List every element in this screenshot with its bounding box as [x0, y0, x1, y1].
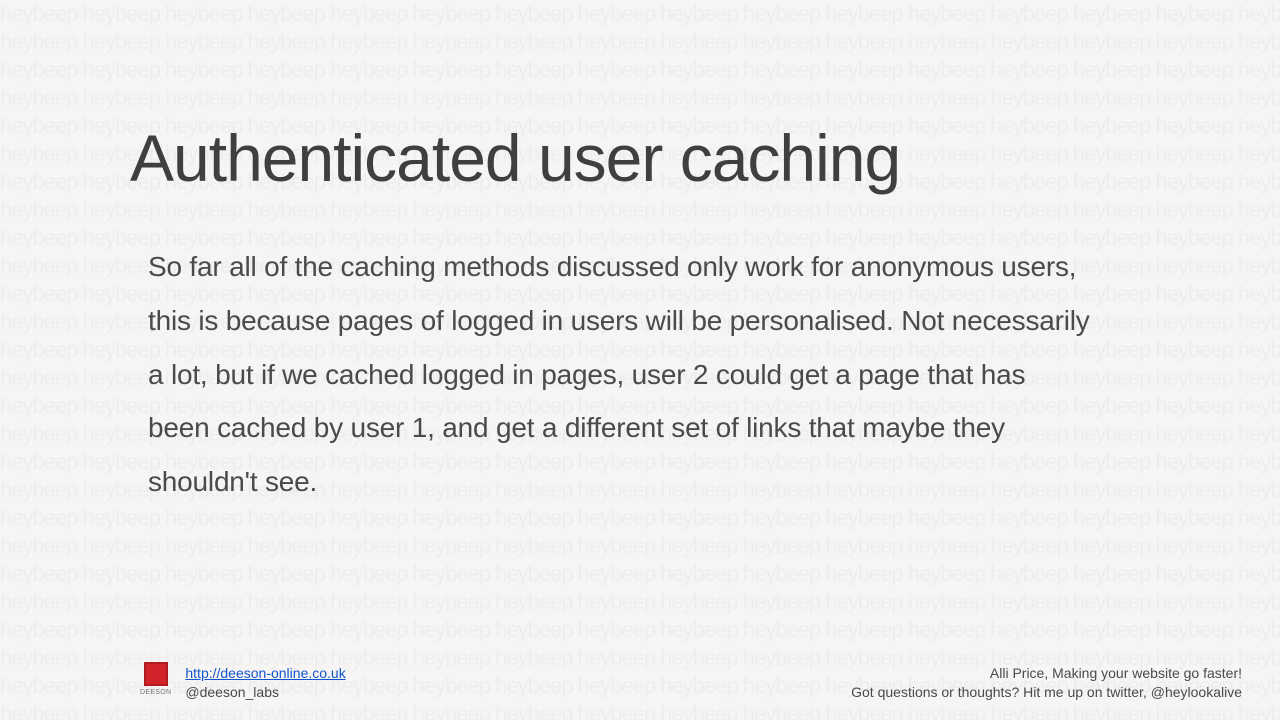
attribution-line-1: Alli Price, Making your website go faste…	[851, 664, 1242, 683]
slide-title: Authenticated user caching	[130, 120, 1150, 196]
slide-content: Authenticated user caching So far all of…	[0, 0, 1280, 720]
logo-icon	[144, 662, 168, 686]
slide-body: So far all of the caching methods discus…	[130, 240, 1090, 509]
footer-handle: @deeson_labs	[185, 684, 279, 700]
footer-url-link[interactable]: http://deeson-online.co.uk	[185, 665, 345, 681]
footer-right: Alli Price, Making your website go faste…	[851, 664, 1242, 702]
attribution-line-2: Got questions or thoughts? Hit me up on …	[851, 683, 1242, 702]
footer-left: DEESON http://deeson-online.co.uk @deeso…	[140, 664, 346, 702]
logo-label: DEESON	[140, 689, 171, 696]
slide-footer: DEESON http://deeson-online.co.uk @deeso…	[0, 664, 1280, 702]
brand-logo: DEESON	[140, 662, 171, 696]
